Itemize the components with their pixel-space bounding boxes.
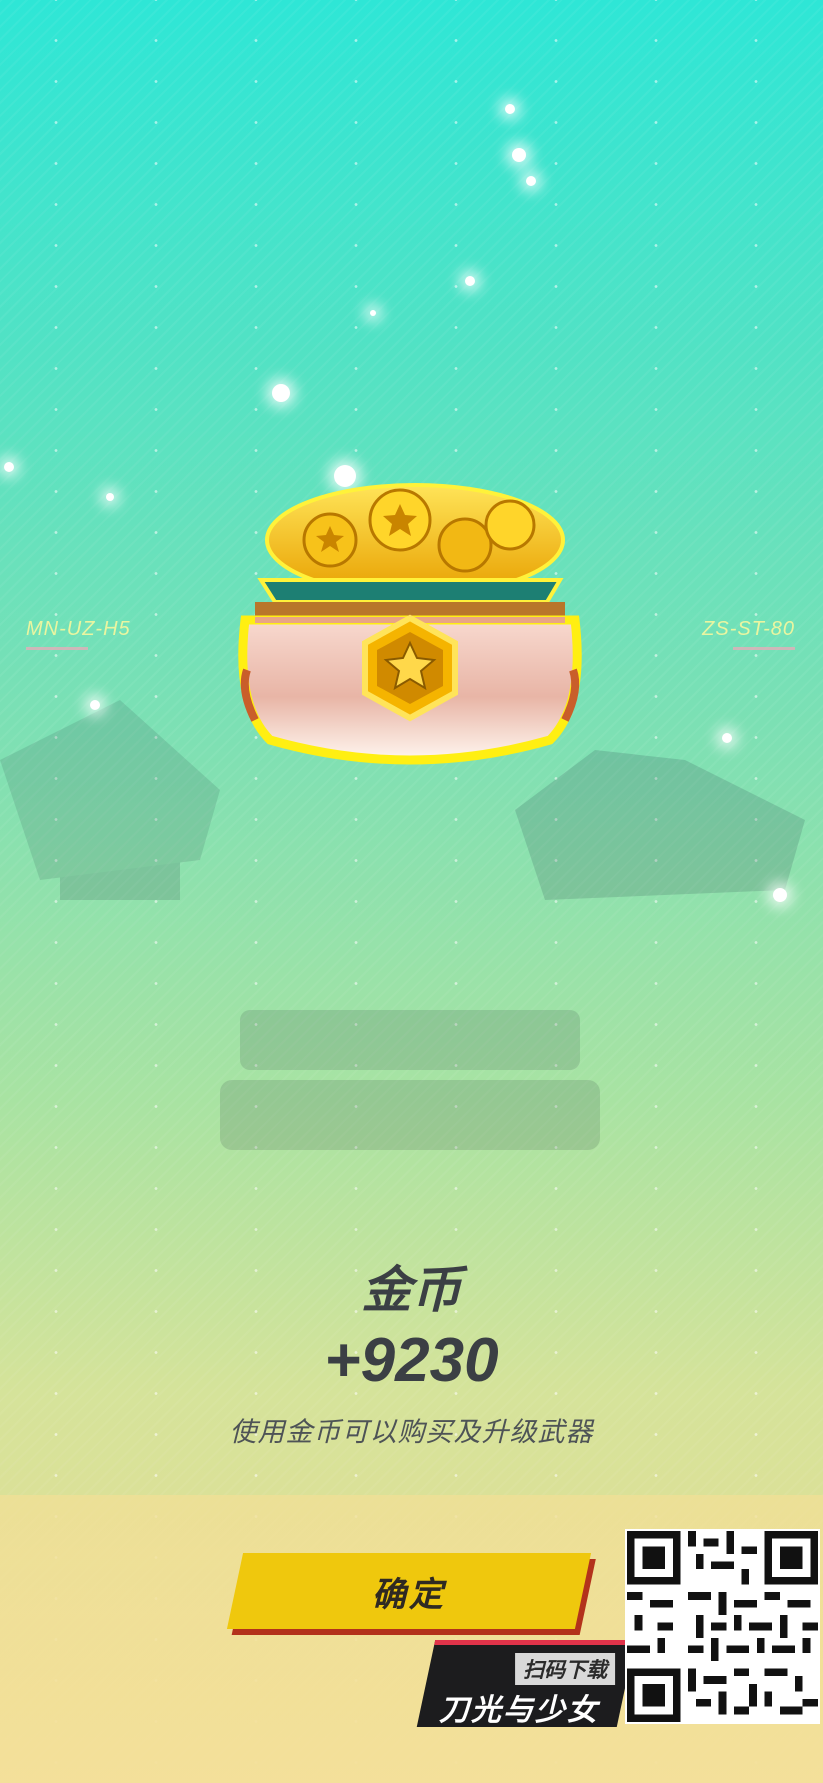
sparkle <box>465 276 475 286</box>
game-name-logo: 刀光与少女 <box>439 1694 600 1727</box>
left-weapon-code: MN-UZ-H5 <box>26 618 131 650</box>
sparkle <box>526 176 536 186</box>
sparkle <box>505 104 515 114</box>
sparkle <box>106 493 114 501</box>
ghost-platform <box>220 1000 600 1160</box>
sparkle <box>370 310 376 316</box>
right-weapon-underline <box>733 647 795 650</box>
sparkle <box>512 148 526 162</box>
sparkle <box>272 384 290 402</box>
reward-item-name: 金币 <box>361 1262 462 1318</box>
confirm-button-label: 确定 <box>372 1575 446 1614</box>
left-weapon-underline <box>26 647 88 650</box>
gold-coin-pot-icon <box>225 480 597 795</box>
sparkle <box>773 888 787 902</box>
sparkle <box>90 700 100 710</box>
download-promo-banner[interactable]: 扫码下载 刀光与少女 <box>416 1640 636 1727</box>
qr-code-icon[interactable] <box>625 1529 820 1724</box>
confirm-button[interactable]: 确定 <box>226 1553 592 1629</box>
ghost-weapon-left <box>0 640 240 920</box>
sparkle <box>4 462 14 472</box>
reward-description: 使用金币可以购买及升级武器 <box>229 1417 594 1447</box>
sparkle <box>722 733 732 743</box>
right-weapon-code-text: ZS-ST-80 <box>702 618 795 640</box>
left-weapon-code-text: MN-UZ-H5 <box>26 618 131 640</box>
reward-amount: +9230 <box>324 1326 499 1395</box>
scan-download-label: 扫码下载 <box>515 1653 616 1685</box>
right-weapon-code: ZS-ST-80 <box>702 618 795 650</box>
